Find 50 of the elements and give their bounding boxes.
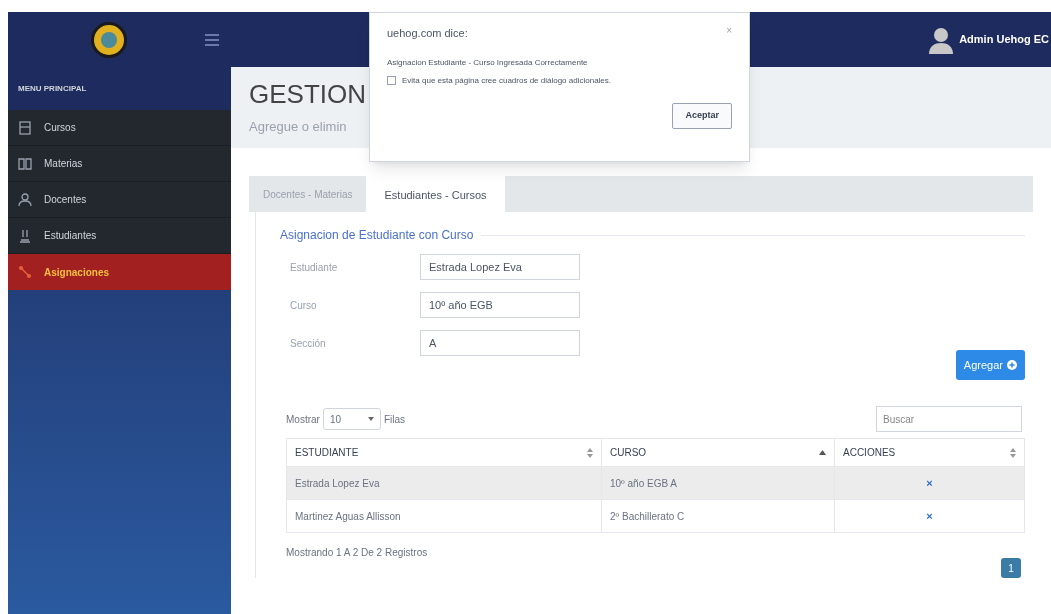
user-name[interactable]: Admin Uehog EC [959, 31, 1049, 48]
column-header[interactable]: ACCIONES [834, 438, 1025, 467]
accept-button[interactable]: Aceptar [672, 102, 732, 129]
tab[interactable]: Estudiantes - Cursos [366, 176, 505, 214]
book-icon [18, 120, 32, 135]
sidebar-item[interactable]: Estudiantes [8, 218, 231, 254]
sidebar-item[interactable]: Docentes [8, 182, 231, 218]
field-label: Estudiante [290, 260, 339, 275]
plus-circle-icon [1007, 360, 1017, 370]
show-label: Mostrar [286, 412, 320, 427]
checkbox[interactable] [387, 76, 396, 85]
menu-icon[interactable] [205, 33, 219, 46]
delete-button[interactable]: × [926, 507, 933, 525]
columns-icon [18, 156, 32, 171]
person-icon [18, 192, 32, 207]
form-legend: Asignacion de Estudiante con Curso [280, 226, 474, 244]
table-info: Mostrando 1 A 2 De 2 Registros [286, 546, 428, 560]
dialog-title: uehog.com dice: [387, 26, 468, 41]
delete-button[interactable]: × [926, 474, 933, 492]
sidebar-item[interactable]: Asignaciones [8, 254, 231, 290]
sidebar-title: MENU PRINCIPAL [18, 82, 87, 95]
page-subtitle: Agregue o elimin [249, 118, 347, 136]
page-size-select[interactable]: 10 [322, 408, 381, 430]
text-field[interactable]: Estrada Lopez Eva [420, 254, 580, 280]
checkbox-label: Evita que esta página cree cuadros de diálogo adicionales. [402, 74, 612, 87]
page-button[interactable]: 1 [1001, 558, 1021, 578]
search-field[interactable]: Buscar [876, 406, 1022, 432]
field-label: Curso [290, 298, 318, 313]
sidebar-item[interactable]: Cursos [8, 110, 231, 146]
table-row[interactable]: Martinez Aguas Allisson 2º Bachillerato C × [286, 499, 1025, 533]
table-cell: 10º año EGB A [601, 466, 835, 500]
table-cell: Estrada Lopez Eva [286, 466, 602, 500]
field-label: Sección [290, 336, 327, 351]
caret-icon [367, 417, 374, 421]
user-avatar-icon[interactable] [929, 25, 954, 54]
text-field[interactable]: A [420, 330, 580, 356]
column-header[interactable]: ESTUDIANTE [286, 438, 602, 467]
page-title: GESTION [249, 81, 366, 107]
pillars-icon [18, 228, 32, 243]
table-cell: 2º Bachillerato C [601, 499, 835, 533]
add-button[interactable]: Agregar [955, 350, 1025, 380]
table-row[interactable]: Estrada Lopez Eva 10º año EGB A × [286, 466, 1025, 500]
rows-label: Filas [383, 412, 406, 427]
link-icon [18, 265, 32, 279]
column-header[interactable]: CURSO [601, 438, 835, 467]
table-cell: Martinez Aguas Allisson [286, 499, 602, 533]
dialog-message: Asignacion Estudiante - Curso Ingresada Correctamente [387, 56, 589, 69]
emblem-icon[interactable] [90, 20, 128, 59]
sidebar-item[interactable]: Materias [8, 146, 231, 182]
text-field[interactable]: 10º año EGB [420, 292, 580, 318]
